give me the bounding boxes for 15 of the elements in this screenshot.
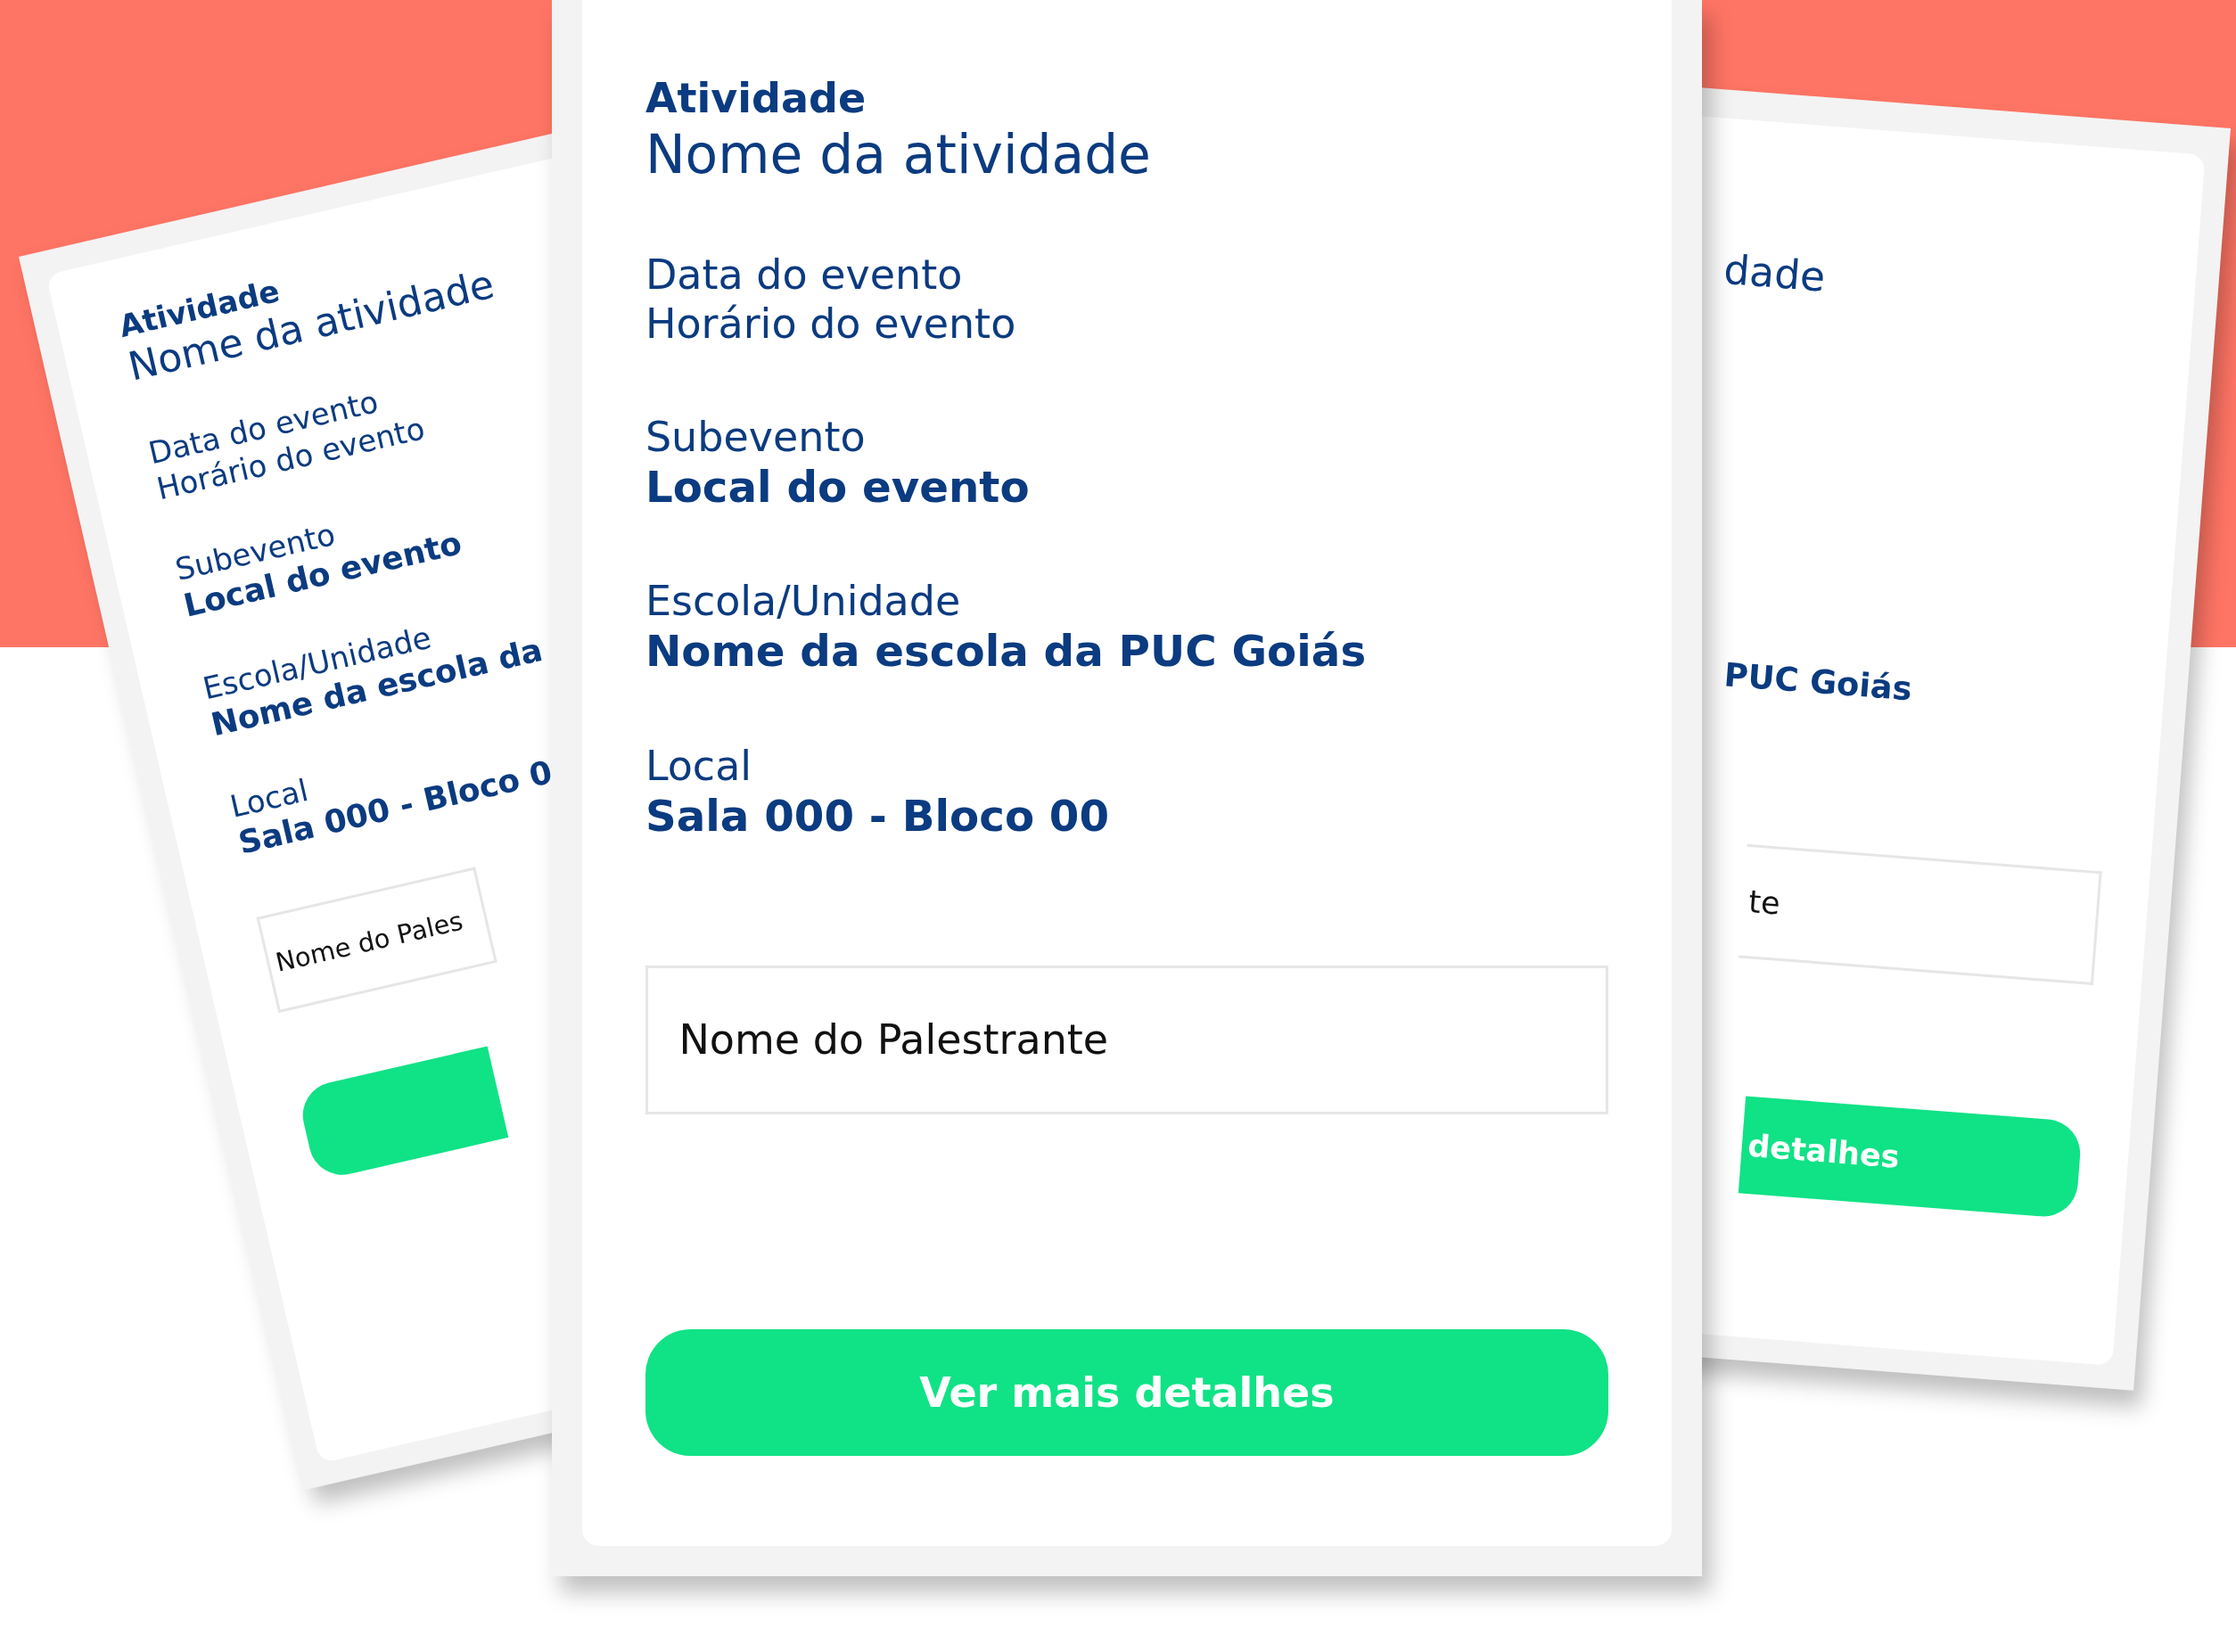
- info-text: Data do evento: [645, 251, 964, 300]
- info-value: Local do evento: [645, 461, 1031, 514]
- info-text: Escola/Unidade: [645, 577, 962, 627]
- info-value: PUC Goiás: [1722, 654, 1915, 711]
- info-value: Nome da escola da PUC Goiás: [645, 626, 1368, 678]
- info-text: Subevento: [645, 412, 867, 462]
- speaker-field[interactable]: Nome do Pales: [256, 867, 498, 1014]
- speaker-field[interactable]: Nome do Palestrante: [645, 965, 1609, 1114]
- info-text: Local: [645, 741, 753, 791]
- section-label: Atividade: [645, 73, 867, 123]
- speaker-field[interactable]: te: [1738, 843, 2102, 986]
- info-text: Horário do evento: [645, 300, 1017, 349]
- activity-title: dade: [1721, 244, 1829, 302]
- info-value: Sala 000 - Bloco 00: [645, 790, 1111, 842]
- activity-title: Nome da atividade: [645, 123, 1152, 187]
